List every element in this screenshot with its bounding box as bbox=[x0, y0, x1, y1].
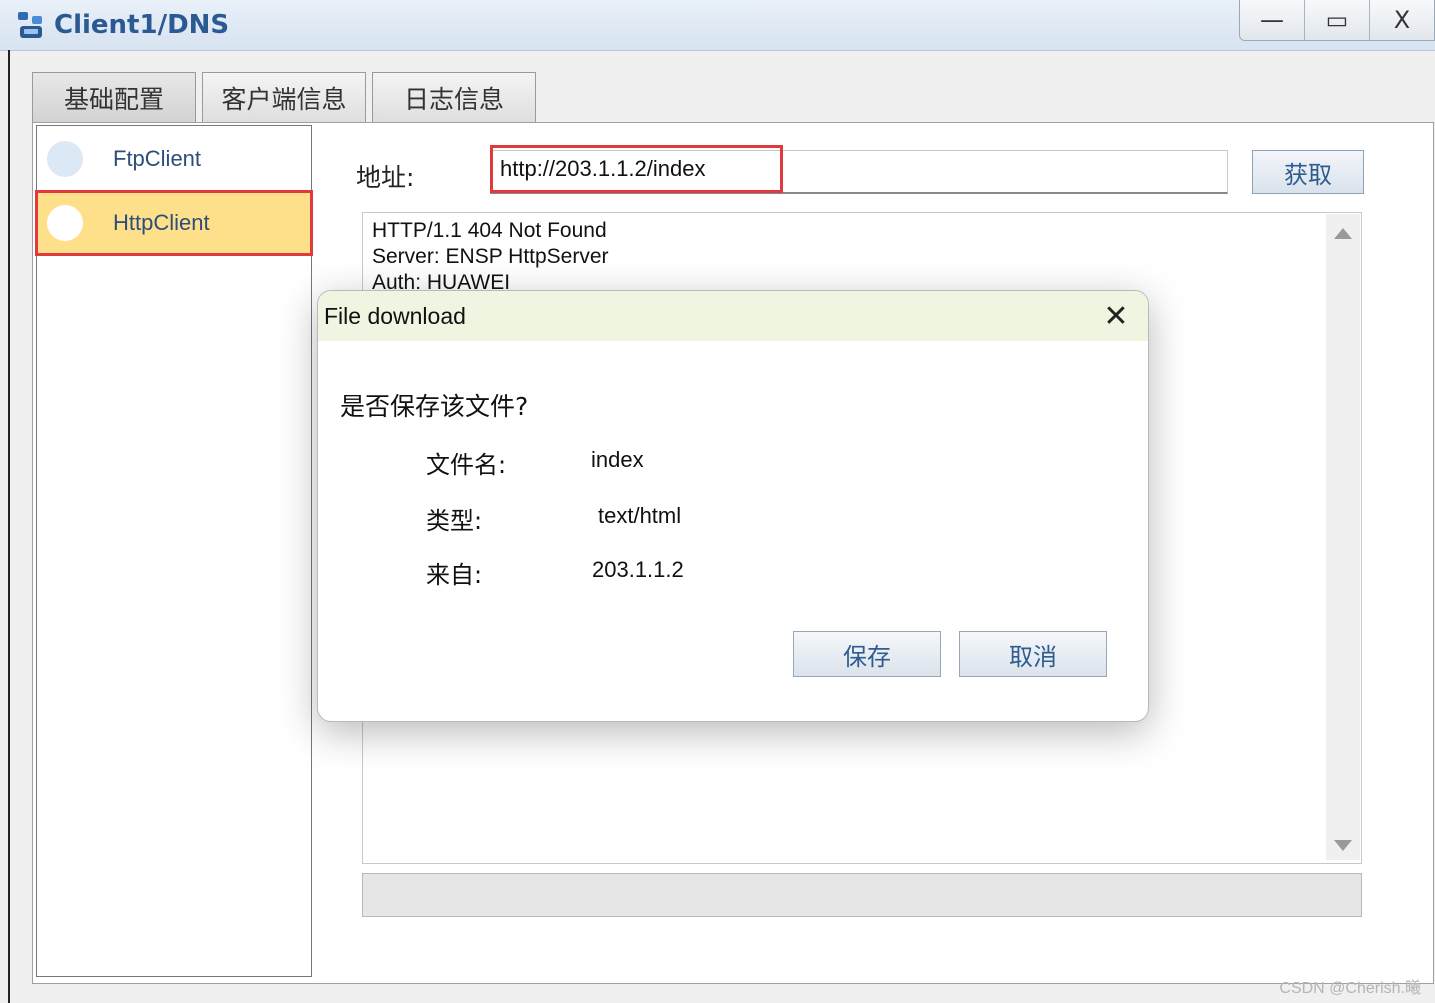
fetch-button[interactable]: 获取 bbox=[1252, 150, 1364, 194]
sidebar-item-httpclient[interactable]: HttpClient bbox=[35, 190, 313, 256]
dialog-question: 是否保存该文件? bbox=[340, 392, 529, 421]
sidebar-item-label: HttpClient bbox=[113, 210, 210, 235]
status-dot-icon bbox=[47, 205, 83, 241]
status-bar bbox=[362, 873, 1362, 917]
address-label: 地址: bbox=[356, 163, 415, 192]
address-highlight-box bbox=[490, 145, 783, 193]
maximize-button[interactable]: ▭ bbox=[1304, 0, 1369, 40]
window-controls: — ▭ X bbox=[1239, 0, 1435, 41]
filename-label: 文件名: bbox=[426, 451, 507, 479]
type-label: 类型: bbox=[426, 507, 483, 535]
save-button[interactable]: 保存 bbox=[793, 631, 941, 677]
from-label: 来自: bbox=[426, 561, 483, 589]
window-title: Client1/DNS bbox=[54, 10, 230, 40]
status-dot-icon bbox=[47, 141, 83, 177]
tab-log-info[interactable]: 日志信息 bbox=[372, 72, 536, 123]
filename-value: index bbox=[591, 447, 644, 472]
type-value: text/html bbox=[598, 503, 682, 528]
minimize-button[interactable]: — bbox=[1240, 0, 1304, 40]
tab-basic-config[interactable]: 基础配置 bbox=[32, 72, 196, 123]
output-scrollbar[interactable] bbox=[1326, 214, 1360, 860]
app-icon bbox=[18, 12, 42, 38]
dialog-close-icon[interactable]: ✕ bbox=[1096, 297, 1136, 335]
tab-strip: 基础配置 客户端信息 日志信息 bbox=[32, 72, 536, 124]
tab-client-info[interactable]: 客户端信息 bbox=[202, 72, 366, 123]
window-left-edge bbox=[8, 50, 10, 1003]
cancel-button[interactable]: 取消 bbox=[959, 631, 1107, 677]
dialog-title: File download bbox=[324, 303, 466, 329]
sidebar-item-ftpclient[interactable]: FtpClient bbox=[37, 128, 311, 190]
response-line: Server: ENSP HttpServer bbox=[372, 245, 609, 268]
close-button[interactable]: X bbox=[1369, 0, 1434, 40]
dialog-header: File download ✕ bbox=[318, 291, 1148, 341]
sidebar-item-label: FtpClient bbox=[113, 146, 202, 171]
title-bar: Client1/DNS — ▭ X bbox=[0, 0, 1435, 51]
scroll-up-arrow-icon[interactable] bbox=[1334, 228, 1352, 239]
watermark: CSDN @Cherish.曦 bbox=[1279, 980, 1421, 997]
response-line: HTTP/1.1 404 Not Found bbox=[372, 219, 607, 242]
from-value: 203.1.1.2 bbox=[592, 557, 684, 582]
file-download-dialog: File download ✕ 是否保存该文件? 文件名: index 类型: … bbox=[317, 290, 1149, 722]
response-text: HTTP/1.1 404 Not Found Server: ENSP Http… bbox=[372, 218, 609, 296]
scroll-down-arrow-icon[interactable] bbox=[1334, 840, 1352, 851]
client-sidebar: FtpClient HttpClient bbox=[35, 125, 313, 977]
